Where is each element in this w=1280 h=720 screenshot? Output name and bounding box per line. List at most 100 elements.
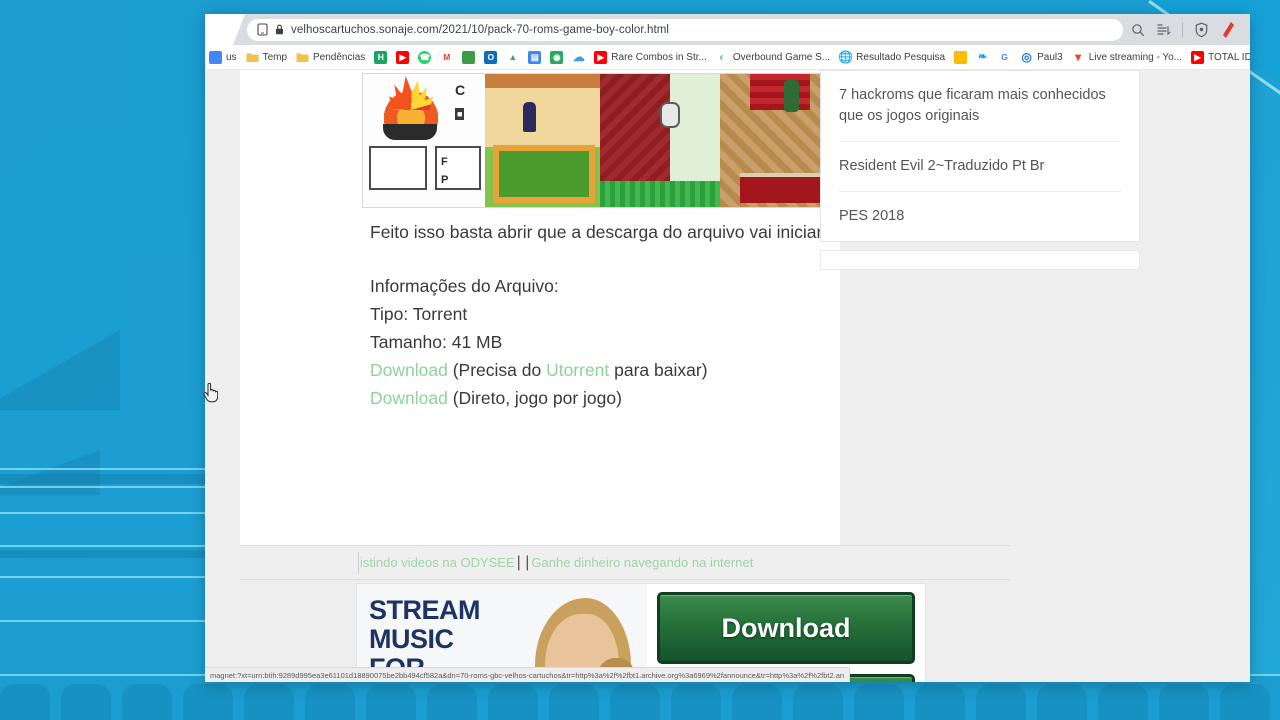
bookmark-item-twitter[interactable]: ❧ xyxy=(976,50,990,64)
collage-panel-1 xyxy=(485,74,600,207)
ad-headline-line2: MUSIC xyxy=(369,624,454,654)
bookmark-item-hypeauditor[interactable]: H xyxy=(374,50,388,64)
collage-menu-letter: C xyxy=(455,82,466,98)
background-band xyxy=(0,550,205,558)
download-direct-link[interactable]: Download xyxy=(370,388,448,408)
youtube-icon: ▶ xyxy=(594,50,608,64)
search-icon[interactable] xyxy=(1131,23,1145,37)
bookmark-item-whatsapp[interactable]: ☎ xyxy=(418,50,432,64)
page-viewport[interactable]: C ■ F P Feito isso basta abrir que a des… xyxy=(205,70,1250,682)
background-band xyxy=(0,474,205,484)
google-icon: G xyxy=(998,50,1012,64)
article-body: Feito isso basta abrir que a descarga do… xyxy=(240,208,840,412)
bookmark-item-resultado-pesquisa[interactable]: 🌐 Resultado Pesquisa xyxy=(838,50,946,64)
extension-icon[interactable] xyxy=(1220,21,1236,38)
bookmark-label: Overbound Game S... xyxy=(732,51,831,63)
collage-menu-box xyxy=(369,146,427,190)
background-stripe xyxy=(0,620,205,622)
bookmark-label: Rare Combos in Str... xyxy=(611,51,707,63)
download-direct-rest: (Direto, jogo por jogo) xyxy=(447,388,622,408)
browser-window: velhoscartuchos.sonaje.com/2021/10/pack-… xyxy=(205,14,1250,682)
ad-download-button[interactable]: Download xyxy=(657,592,915,664)
overbound-icon: ◐ xyxy=(715,50,729,64)
address-bar-url: velhoscartuchos.sonaje.com/2021/10/pack-… xyxy=(291,23,670,36)
tab-device-icon xyxy=(257,23,268,36)
article-type-line: Tipo: Torrent xyxy=(370,304,468,324)
bookmark-item-google[interactable]: G xyxy=(998,50,1012,64)
bookmark-item-live-streaming[interactable]: ▾ Live streaming - Yo... xyxy=(1071,50,1182,64)
browser-toolbar: velhoscartuchos.sonaje.com/2021/10/pack-… xyxy=(205,14,1250,45)
background-stripe xyxy=(0,512,205,514)
promo-note-bar: istindo videos na ODYSEE | | Ganhe dinhe… xyxy=(240,545,1010,580)
note-divider xyxy=(358,551,359,574)
download-torrent-prefix: (Precisa do xyxy=(447,360,547,380)
download-torrent-suffix: para baixar) xyxy=(609,360,708,380)
collage-panel-2 xyxy=(600,74,720,207)
address-bar[interactable]: velhoscartuchos.sonaje.com/2021/10/pack-… xyxy=(247,18,1123,41)
article-spacer xyxy=(370,246,840,272)
sidebar-recent-posts-card: 7 hackroms que ficaram mais conhecidos q… xyxy=(820,70,1140,242)
whatsapp-icon: ☎ xyxy=(418,50,432,64)
odysee-link[interactable]: istindo videos na ODYSEE xyxy=(360,555,515,570)
sidebar-empty-card xyxy=(820,250,1140,270)
gmail-icon: M xyxy=(440,50,454,64)
download-torrent-line: Download (Precisa do Utorrent para baixa… xyxy=(370,356,840,384)
hypeauditor-icon: H xyxy=(374,50,388,64)
youtube-icon: ▶ xyxy=(396,50,410,64)
ganhe-dinheiro-link[interactable]: Ganhe dinheiro navegando na internet xyxy=(531,555,753,570)
bookmark-item-overbound[interactable]: ◐ Overbound Game S... xyxy=(715,50,831,64)
bookmark-item[interactable]: us xyxy=(209,50,237,64)
shield-icon: ▾ xyxy=(1071,50,1085,64)
sidebar: 7 hackroms que ficaram mais conhecidos q… xyxy=(820,70,1140,270)
background-stripe xyxy=(0,486,205,488)
bookmark-item-pendencias[interactable]: Pendências xyxy=(296,51,365,64)
lock-icon xyxy=(275,24,284,35)
keep-icon xyxy=(954,50,968,64)
globe-icon: 🌐 xyxy=(838,50,854,64)
game-sprite xyxy=(660,102,680,128)
ad-headline-line1: STREAM xyxy=(369,595,481,625)
pixel-fire-art xyxy=(381,82,441,130)
sidebar-item-resident-evil-2[interactable]: Resident Evil 2~Traduzido Pt Br xyxy=(839,142,1121,192)
toolbar-actions xyxy=(1131,21,1242,38)
article-column: C ■ F P Feito isso basta abrir que a des… xyxy=(240,70,954,545)
download-torrent-link[interactable]: Download xyxy=(370,360,448,380)
outlook-icon: O xyxy=(484,50,498,64)
background-stripe xyxy=(0,576,205,578)
bookmark-item-gmail[interactable]: M xyxy=(440,50,454,64)
bookmark-item-youtube[interactable]: ▶ xyxy=(396,50,410,64)
note-pipe: | | xyxy=(516,553,530,571)
sidebar-item-hackroms[interactable]: 7 hackroms que ficaram mais conhecidos q… xyxy=(839,71,1121,142)
reading-list-icon[interactable] xyxy=(1156,23,1171,37)
bookmark-item-camera[interactable]: ◉ xyxy=(550,50,564,64)
youtube-icon: ▶ xyxy=(1191,50,1205,64)
pixel-creature-art xyxy=(383,124,437,140)
bookmark-item-total-idiots[interactable]: ▶ TOTAL IDIOTS AT W... xyxy=(1191,50,1250,64)
collage-menu-row-p: P xyxy=(441,174,449,186)
bookmark-item-rare-combos[interactable]: ▶ Rare Combos in Str... xyxy=(594,50,707,64)
background-stripe xyxy=(0,468,205,470)
status-bar: magnet:?xt=urn:btih:9289d995ea3e61101d18… xyxy=(205,667,850,682)
google-docs-icon: ▤ xyxy=(528,50,542,64)
cloud-icon: ☁ xyxy=(572,50,586,64)
bookmark-label: Pendências xyxy=(313,51,366,63)
background-dot-row xyxy=(0,676,1280,720)
bookmark-label: us xyxy=(226,51,237,63)
bookmark-item-drive[interactable]: ▲ xyxy=(506,50,520,64)
shield-icon[interactable] xyxy=(1194,22,1209,38)
sidebar-item-pes-2018[interactable]: PES 2018 xyxy=(839,192,1121,241)
generic-bookmark-icon xyxy=(209,50,222,64)
collage-menu-row-f: F xyxy=(441,156,448,168)
utorrent-link[interactable]: Utorrent xyxy=(546,360,609,380)
bookmark-item-notepad[interactable] xyxy=(462,50,476,64)
bookmark-item-paul3[interactable]: ◎ Paul3 xyxy=(1020,50,1063,64)
bookmark-label: Resultado Pesquisa xyxy=(856,51,946,63)
toolbar-divider xyxy=(1182,22,1183,37)
status-bar-link: magnet:?xt=urn:btih:9289d995ea3e61101d18… xyxy=(210,670,844,680)
bookmark-item-cloud[interactable]: ☁ xyxy=(572,50,586,64)
bookmark-item-docs[interactable]: ▤ xyxy=(528,50,542,64)
bookmark-item-keep[interactable] xyxy=(954,50,968,64)
article-size-line: Tamanho: 41 MB xyxy=(370,332,503,352)
bookmark-item-outlook[interactable]: O xyxy=(484,50,498,64)
bookmark-item-temp[interactable]: Temp xyxy=(246,51,287,64)
